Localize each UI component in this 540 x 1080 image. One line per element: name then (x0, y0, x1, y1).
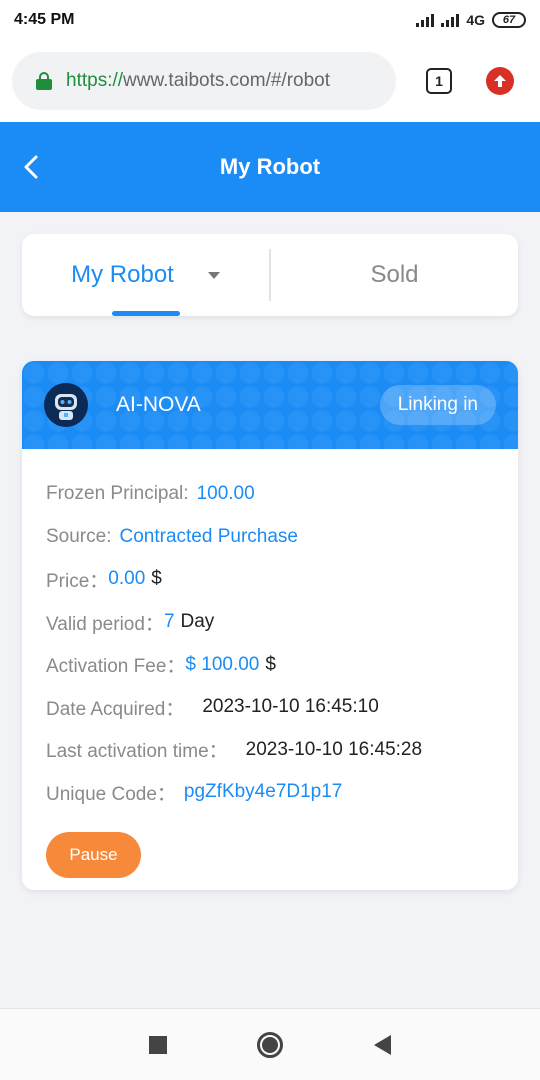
robot-icon (45, 384, 87, 426)
page-title: My Robot (219, 154, 321, 179)
lock-icon (36, 72, 52, 90)
caret-down-icon[interactable] (207, 271, 220, 279)
status-bar: 4:45 PM 4G 67 (0, 0, 540, 40)
row-value: 100.00 (196, 483, 255, 505)
row-value: 7 (163, 611, 175, 633)
row-value: 2023-10-10 16:45:28 (245, 738, 423, 760)
row-unit: Day (180, 611, 215, 633)
tab-my-robot[interactable]: My Robot (22, 234, 269, 316)
robot-details: Frozen Principal: 100.00 Source: Contrac… (22, 449, 518, 878)
row-label: Price： (46, 570, 109, 592)
row-unit: $ (151, 568, 162, 590)
row-value: $ 100.00 (185, 653, 260, 675)
last-activation-row: Last activation time： 2023-10-10 16:45:2… (46, 729, 494, 772)
row-label: Date Acquired： (46, 698, 185, 720)
row-label: Frozen Principal: (46, 483, 189, 505)
row-unit: $ (265, 653, 276, 675)
pause-button[interactable]: Pause (46, 831, 141, 878)
recents-button[interactable] (128, 1015, 188, 1075)
date-acquired-row: Date Acquired： 2023-10-10 16:45:10 (46, 686, 494, 729)
status-time: 4:45 PM (14, 11, 75, 28)
browser-toolbar: https://www.taibots.com/#/robot 1 (0, 40, 540, 122)
robot-name: AI-NOVA (116, 393, 201, 416)
row-label: Valid period： (46, 613, 164, 635)
active-tab-indicator (112, 311, 180, 316)
row-value: pgZfKby4e7D1p17 (183, 781, 343, 803)
signal-icon (416, 13, 435, 27)
back-button[interactable] (352, 1015, 412, 1075)
square-icon (149, 1035, 167, 1054)
row-label: Activation Fee： (46, 656, 186, 678)
network-type: 4G (466, 12, 485, 28)
tab-switcher-button[interactable]: 1 (426, 68, 452, 94)
tab-label: My Robot (71, 261, 174, 288)
address-bar[interactable]: https://www.taibots.com/#/robot (12, 52, 396, 110)
row-value: 0.00 (108, 568, 146, 590)
tab-bar: My Robot Sold (22, 234, 518, 316)
robot-avatar (44, 383, 88, 427)
robot-card: AI-NOVA Linking in Frozen Principal: 100… (22, 361, 518, 890)
url-text: https://www.taibots.com/#/robot (66, 70, 331, 91)
home-button[interactable] (240, 1015, 300, 1075)
upload-icon[interactable] (486, 67, 514, 95)
frozen-principal-row: Frozen Principal: 100.00 (46, 473, 494, 516)
row-label: Source: (46, 525, 112, 547)
chevron-left-icon[interactable] (18, 153, 46, 181)
home-circle-icon (257, 1031, 283, 1058)
row-label: Last activation time： (46, 741, 228, 763)
signal-icon (441, 13, 460, 27)
valid-period-row: Valid period： 7 Day (46, 601, 494, 644)
robot-card-header: AI-NOVA Linking in (22, 361, 518, 449)
battery-icon: 67 (492, 12, 526, 28)
row-label: Unique Code： (46, 783, 176, 805)
system-nav-bar (0, 1008, 540, 1080)
app-header: My Robot (0, 122, 540, 212)
tab-sold[interactable]: Sold (271, 234, 518, 316)
source-row: Source: Contracted Purchase (46, 516, 494, 559)
row-value: 2023-10-10 16:45:10 (202, 696, 379, 718)
tab-label: Sold (370, 261, 419, 288)
unique-code-row: Unique Code： pgZfKby4e7D1p17 (46, 771, 494, 814)
status-badge: Linking in (379, 385, 496, 425)
triangle-back-icon (373, 1034, 391, 1055)
activation-fee-row: Activation Fee： $ 100.00 $ (46, 643, 494, 686)
status-indicators: 4G 67 (416, 12, 526, 28)
row-value: Contracted Purchase (119, 525, 298, 547)
price-row: Price： 0.00 $ (46, 558, 494, 601)
